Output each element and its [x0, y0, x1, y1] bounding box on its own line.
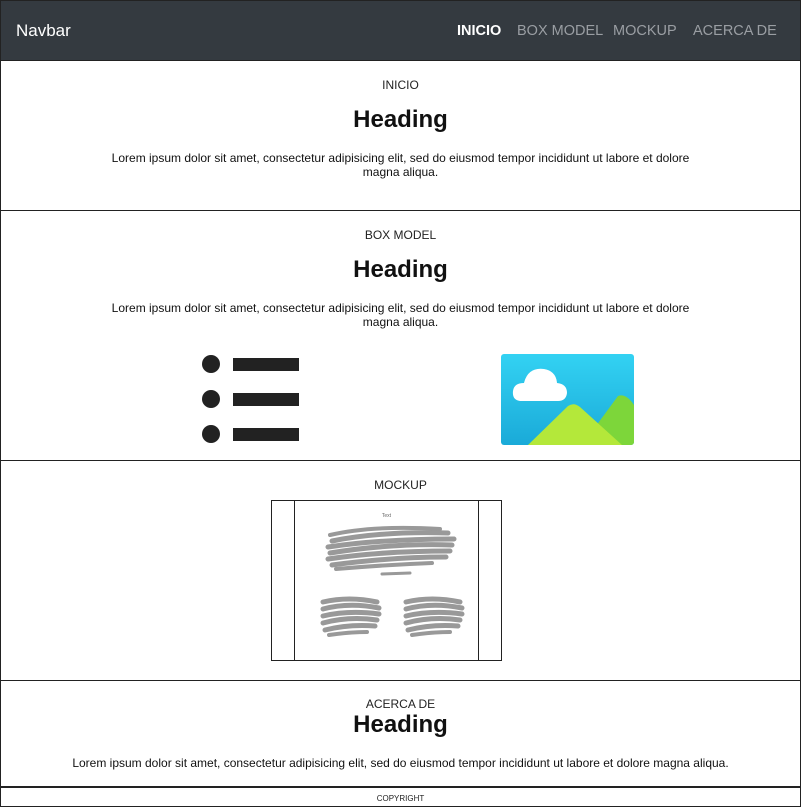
- mockup-right-column-border: [478, 501, 479, 660]
- section-text-line-2: magna aliqua.: [362, 315, 439, 329]
- nav-link-mockup[interactable]: MOCKUP: [613, 23, 677, 39]
- section-mockup: MOCKUP Text: [0, 461, 801, 681]
- scribble-left-icon: [320, 596, 382, 637]
- section-text-line-1: Lorem ipsum dolor sit amet, consectetur …: [111, 301, 690, 315]
- section-label: INICIO: [382, 78, 419, 92]
- footer: COPYRIGHT: [0, 787, 801, 807]
- section-inicio: INICIO Heading Lorem ipsum dolor sit ame…: [0, 61, 801, 211]
- section-label: MOCKUP: [374, 478, 427, 492]
- scribble-right-icon: [403, 596, 465, 637]
- mockup-frame: Text: [271, 500, 502, 661]
- scribble-block-icon: [325, 525, 457, 576]
- section-text: Lorem ipsum dolor sit amet, consectetur …: [72, 756, 729, 770]
- section-heading: Heading: [353, 711, 448, 738]
- nav-link-acerca-de[interactable]: ACERCA DE: [693, 23, 777, 39]
- nav-link-box-model[interactable]: BOX MODEL: [517, 23, 603, 39]
- section-box-model: BOX MODEL Heading Lorem ipsum dolor sit …: [0, 211, 801, 461]
- image-icon: [501, 354, 634, 445]
- section-label: BOX MODEL: [364, 228, 437, 242]
- section-text-line-2: magna aliqua.: [362, 165, 439, 179]
- footer-copyright: COPYRIGHT: [376, 794, 425, 803]
- navbar-brand[interactable]: Navbar: [16, 21, 71, 41]
- list-icon: [202, 355, 299, 443]
- section-heading: Heading: [353, 106, 448, 133]
- mockup-left-column-border: [294, 501, 295, 660]
- section-text-line-1: Lorem ipsum dolor sit amet, consectetur …: [111, 151, 690, 165]
- section-acerca-de: ACERCA DE Heading Lorem ipsum dolor sit …: [0, 681, 801, 787]
- section-label: ACERCA DE: [365, 697, 436, 711]
- nav-link-inicio[interactable]: INICIO: [457, 23, 501, 39]
- navbar: Navbar INICIO BOX MODEL MOCKUP ACERCA DE: [0, 0, 801, 61]
- mockup-caption: Text: [381, 513, 392, 519]
- section-heading: Heading: [353, 256, 448, 283]
